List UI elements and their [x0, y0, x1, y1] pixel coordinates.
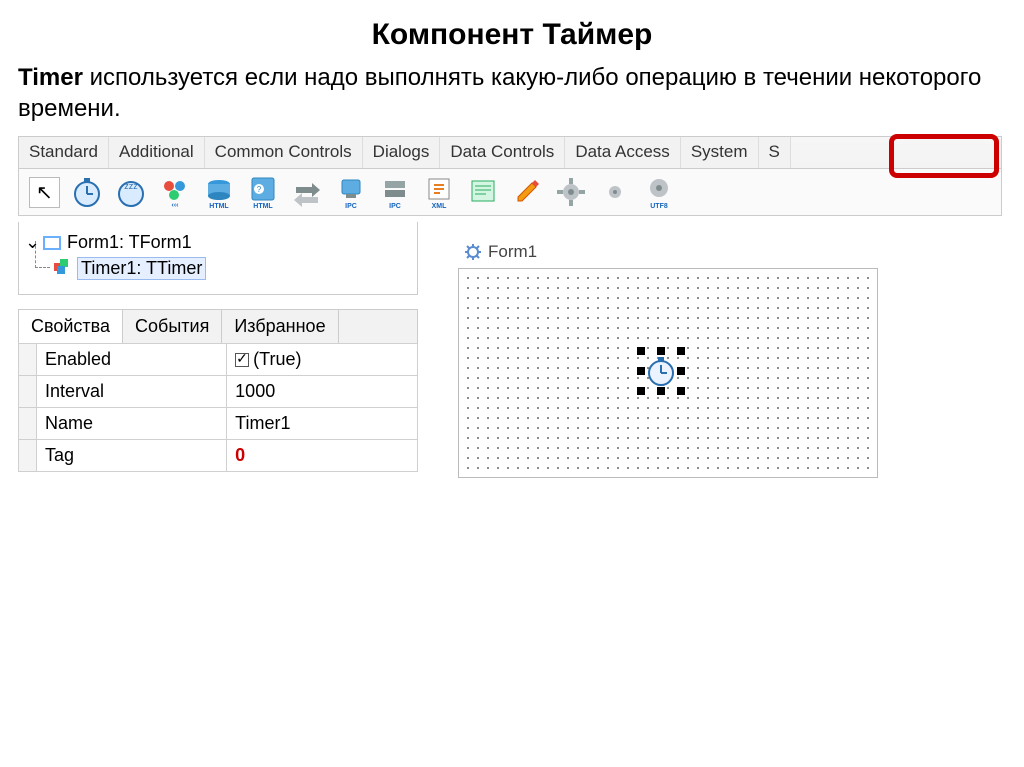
svg-text:‹‹‹: ‹‹‹ — [171, 202, 179, 209]
prop-row-name[interactable]: Name Timer1 — [19, 408, 418, 440]
svg-text:IPC: IPC — [345, 203, 357, 209]
prop-value[interactable]: Timer1 — [227, 408, 418, 440]
prop-name: Name — [37, 408, 227, 440]
palette-tab-more[interactable]: S — [759, 137, 791, 168]
selection-handle[interactable] — [637, 347, 645, 355]
selection-handle[interactable] — [677, 367, 685, 375]
prop-value[interactable]: (True) — [227, 344, 418, 376]
prop-name: Tag — [37, 440, 227, 472]
form-designer-surface[interactable] — [458, 268, 878, 478]
async-icon[interactable] — [290, 175, 324, 209]
gear-small-icon[interactable] — [598, 175, 632, 209]
prop-row-tag[interactable]: Tag 0 — [19, 440, 418, 472]
slide-title: Компонент Таймер — [18, 18, 1006, 52]
palette-tabs: Standard Additional Common Controls Dial… — [19, 137, 1001, 169]
selection-handle[interactable] — [677, 387, 685, 395]
selection-handle[interactable] — [657, 347, 665, 355]
prop-name: Enabled — [37, 344, 227, 376]
svg-text:XML: XML — [431, 203, 447, 209]
component-palette: Standard Additional Common Controls Dial… — [18, 136, 1002, 216]
gear-icon — [464, 243, 482, 261]
palette-tab-system[interactable]: System — [681, 137, 759, 168]
timer-component-on-form[interactable] — [644, 354, 678, 388]
props-tab-properties[interactable]: Свойства — [19, 310, 123, 343]
slide-body: Timer используется если надо выполнять к… — [18, 62, 1006, 124]
palette-tab-additional[interactable]: Additional — [109, 137, 205, 168]
timer-component-icon[interactable] — [70, 175, 104, 209]
selection-handle[interactable] — [637, 387, 645, 395]
slide-body-bold: Timer — [18, 64, 83, 91]
gear-icon[interactable] — [554, 175, 588, 209]
palette-tab-data-access[interactable]: Data Access — [565, 137, 681, 168]
ipc-server-icon[interactable]: IPC — [378, 175, 412, 209]
object-inspector-tree: ⌄ Form1: TForm1 Timer1: TTimer — [18, 222, 418, 295]
svg-text:HTML: HTML — [253, 203, 273, 209]
props-tab-events[interactable]: События — [123, 310, 222, 343]
props-tab-favorites[interactable]: Избранное — [222, 310, 338, 343]
selection-handle[interactable] — [637, 367, 645, 375]
palette-tab-dialogs[interactable]: Dialogs — [363, 137, 441, 168]
prop-row-interval[interactable]: Interval 1000 — [19, 376, 418, 408]
tree-child-label: Timer1: TTimer — [77, 257, 206, 280]
props-tabs: Свойства События Избранное — [18, 309, 418, 343]
svg-text:IPC: IPC — [389, 203, 401, 209]
designer-form-caption: Form1 — [464, 242, 878, 262]
checkbox-icon[interactable] — [235, 353, 249, 367]
svg-text:UTF8: UTF8 — [650, 203, 668, 209]
slide-body-rest: используется если надо выполнять какую-л… — [18, 64, 981, 122]
prop-value[interactable]: 1000 — [227, 376, 418, 408]
tree-row-child[interactable]: Timer1: TTimer — [53, 255, 411, 282]
html-chunk-icon[interactable]: ‹‹‹ — [158, 175, 192, 209]
pencil-edit-icon[interactable] — [510, 175, 544, 209]
selection-handle[interactable] — [657, 387, 665, 395]
svg-text:?: ? — [257, 185, 262, 194]
property-grid: Enabled (True) Interval 1000 Name Timer1… — [18, 343, 418, 472]
tree-row-root[interactable]: ⌄ Form1: TForm1 — [25, 230, 411, 255]
utf8-icon[interactable]: UTF8 — [642, 175, 676, 209]
svg-text:HTML: HTML — [209, 203, 229, 209]
palette-icon-row: ↖ zzz ‹‹‹ HTML ? HTML IPC IPC XML — [19, 169, 1001, 215]
prop-value[interactable]: 0 — [227, 440, 418, 472]
palette-tab-data-controls[interactable]: Data Controls — [440, 137, 565, 168]
palette-tab-common-controls[interactable]: Common Controls — [205, 137, 363, 168]
html-page-icon[interactable]: ? HTML — [246, 175, 280, 209]
component-cubes-icon — [53, 257, 71, 280]
palette-tab-standard[interactable]: Standard — [19, 137, 109, 168]
selection-arrow-icon[interactable]: ↖ — [29, 177, 60, 208]
event-log-icon[interactable] — [466, 175, 500, 209]
designer-form-label: Form1 — [488, 242, 537, 262]
prop-row-enabled[interactable]: Enabled (True) — [19, 344, 418, 376]
ipc-client-icon[interactable]: IPC — [334, 175, 368, 209]
svg-text:zzz: zzz — [124, 181, 138, 191]
tree-root-label: Form1: TForm1 — [67, 232, 192, 253]
xml-config-icon[interactable]: XML — [422, 175, 456, 209]
selection-handle[interactable] — [677, 347, 685, 355]
idle-timer-icon[interactable]: zzz — [114, 175, 148, 209]
prop-name: Interval — [37, 376, 227, 408]
html-list-icon[interactable]: HTML — [202, 175, 236, 209]
